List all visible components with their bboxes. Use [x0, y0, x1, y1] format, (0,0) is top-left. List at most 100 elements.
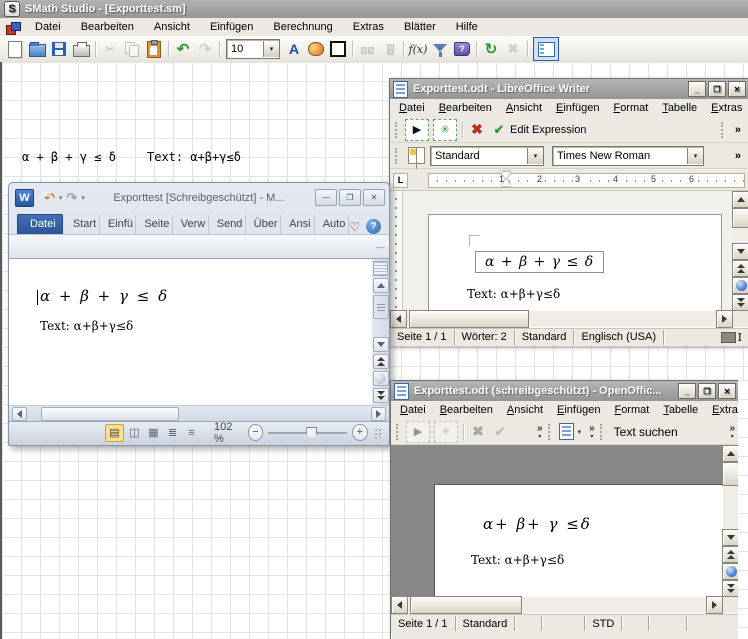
insert-expression-icon[interactable]: ▶ [406, 421, 430, 443]
smath-menu-extras[interactable]: Extras [343, 19, 394, 35]
ooo-menu-tabelle[interactable]: Tabelle [656, 402, 705, 418]
scrollbar-thumb[interactable] [722, 462, 739, 486]
sidebar-toggle-icon[interactable] [533, 37, 559, 61]
next-page-icon[interactable] [722, 580, 739, 597]
background-color-icon[interactable] [306, 39, 326, 59]
font-name-combo[interactable]: Times New Roman ▾ [552, 146, 704, 166]
outline-view-icon[interactable]: ≣ [164, 425, 181, 441]
writer-menu-datei[interactable]: Datei [392, 100, 432, 116]
toolbar-grip[interactable] [395, 148, 400, 164]
tab-einfuegen[interactable]: Einfü [100, 215, 136, 234]
paragraph-style-combo[interactable]: Standard ▾ [430, 146, 544, 166]
ooo-menu-format[interactable]: Format [607, 402, 656, 418]
maximize-button[interactable]: ❐ [698, 383, 716, 399]
scrollbar-thumb[interactable] [373, 295, 389, 319]
tab-stop-selector[interactable]: L [393, 173, 408, 188]
scroll-left-icon[interactable] [391, 596, 408, 614]
status-style[interactable]: Standard [456, 616, 516, 631]
scrollbar-thumb[interactable] [732, 208, 748, 228]
save-icon[interactable] [49, 39, 69, 59]
toolbar-overflow-button[interactable]: » [729, 124, 747, 136]
word-document-area[interactable]: α + β + γ ≤ δ Text: α+β+γ≤δ [9, 259, 389, 405]
ooo-page[interactable]: α+ β+ γ ≤δ Text: α+β+γ≤δ [434, 484, 726, 597]
new-file-icon[interactable] [5, 39, 25, 59]
smath-menu-berechnung[interactable]: Berechnung [263, 19, 342, 35]
minimize-button[interactable]: _ [678, 383, 696, 399]
writer-menu-ansicht[interactable]: Ansicht [499, 100, 549, 116]
smath-menu-bearbeiten[interactable]: Bearbeiten [71, 19, 144, 35]
redo-icon[interactable]: ↷ [66, 190, 77, 206]
ooo-menu-ansicht[interactable]: Ansicht [500, 402, 550, 418]
styles-icon[interactable] [408, 147, 425, 164]
print-icon[interactable] [71, 39, 91, 59]
writer-formula-object[interactable]: α + β + γ ≤ δ [475, 251, 604, 273]
writer-menu-format[interactable]: Format [606, 100, 655, 116]
toolbar-grip[interactable] [396, 424, 401, 440]
scroll-right-icon[interactable] [706, 596, 723, 614]
apply-expression-icon[interactable]: ✔ [490, 422, 510, 442]
weblayout-view-icon[interactable]: ▦ [145, 425, 162, 441]
toolbar-overflow-button[interactable]: »▾ [729, 424, 735, 440]
writer-horizontal-ruler[interactable]: L 1 2 3 4 5 6 [390, 169, 748, 191]
font-size-combo[interactable]: 10 ▾ [226, 39, 280, 59]
ruler-toggle-icon[interactable] [373, 261, 388, 276]
tab-sendungen[interactable]: Send [209, 215, 246, 234]
scroll-up-icon[interactable] [732, 191, 748, 208]
word-formula[interactable]: α + β + γ ≤ δ [40, 287, 169, 305]
ooo-formula[interactable]: α+ β+ γ ≤δ [483, 515, 592, 533]
new-document-icon[interactable] [557, 422, 577, 442]
edit-expression-label[interactable]: Edit Expression [510, 124, 586, 136]
writer-text-line[interactable]: Text: α+β+γ≤δ [467, 287, 560, 301]
maximize-button[interactable]: ❐ [708, 81, 726, 97]
scrollbar-thumb[interactable] [410, 596, 522, 614]
previous-page-icon[interactable] [732, 260, 748, 277]
ooo-document-area[interactable]: α+ β+ γ ≤δ Text: α+β+γ≤δ [391, 445, 739, 597]
scroll-left-icon[interactable] [12, 407, 27, 421]
minimize-button[interactable]: _ [688, 81, 706, 97]
stop-icon[interactable]: ✖ [503, 39, 523, 59]
smath-menu-einfuegen[interactable]: Einfügen [200, 19, 263, 35]
browse-object-icon[interactable] [373, 371, 389, 386]
ooo-menu-datei[interactable]: Datei [393, 402, 433, 418]
border-icon[interactable] [328, 39, 348, 59]
writer-vertical-ruler[interactable] [390, 191, 403, 311]
word-horizontal-scrollbar[interactable] [9, 405, 389, 421]
minimize-button[interactable]: — [315, 189, 337, 206]
scrollbar-thumb[interactable] [41, 407, 179, 421]
ooo-vertical-scrollbar[interactable] [723, 445, 739, 597]
find-text-field[interactable]: Text suchen [608, 425, 684, 439]
draft-view-icon[interactable]: ≡ [183, 425, 200, 441]
scroll-up-icon[interactable] [722, 445, 739, 462]
smath-text-region[interactable]: Text: α+β+γ≤δ [147, 150, 241, 164]
writer-page[interactable]: α + β + γ ≤ δ Text: α+β+γ≤δ [428, 214, 722, 311]
insert-asterisk-icon[interactable]: ✳ [433, 119, 457, 141]
zoom-in-button[interactable]: + [352, 424, 368, 441]
smath-menu-datei[interactable]: Datei [25, 19, 71, 35]
scroll-down-icon[interactable] [732, 243, 748, 260]
status-words[interactable]: Wörter: 2 [455, 330, 515, 345]
insert-expression-icon[interactable]: ▶ [405, 119, 429, 141]
scroll-down-icon[interactable] [722, 529, 739, 546]
word-titlebar[interactable]: W ↶ ▾ ↷ ▾ Exporttest [Schreibgeschützt] … [9, 183, 389, 210]
toolbar-overflow-button[interactable]: » [729, 150, 747, 162]
open-file-icon[interactable] [27, 39, 47, 59]
tab-datei[interactable]: Datei [17, 214, 63, 234]
writer-menu-extras[interactable]: Extras [704, 100, 748, 116]
scroll-down-icon[interactable] [373, 337, 389, 352]
status-page[interactable]: Seite 1 / 1 [390, 330, 455, 345]
insert-mode-indicator[interactable]: I [714, 330, 748, 345]
chevron-down-icon[interactable]: ▾ [263, 41, 279, 57]
heart-icon[interactable]: ♡ [349, 220, 360, 234]
ooo-menu-bearbeiten[interactable]: Bearbeiten [433, 402, 500, 418]
close-button[interactable]: ✕ [728, 81, 746, 97]
writer-horizontal-scrollbar[interactable] [390, 311, 733, 327]
ooo-menu-einfuegen[interactable]: Einfügen [550, 402, 607, 418]
previous-object-icon[interactable] [373, 354, 389, 369]
recalculate-icon[interactable]: ↻ [481, 39, 501, 59]
print-layout-view-icon[interactable]: ▤ [105, 424, 124, 442]
indent-marker[interactable] [501, 172, 511, 186]
collapsed-ribbon[interactable]: — [9, 234, 389, 259]
scrollbar-thumb[interactable] [409, 310, 529, 328]
toolbar-overflow-button[interactable]: »▾ [537, 424, 543, 440]
smath-titlebar[interactable]: S SMath Studio - [Exporttest.sm] [0, 0, 748, 18]
